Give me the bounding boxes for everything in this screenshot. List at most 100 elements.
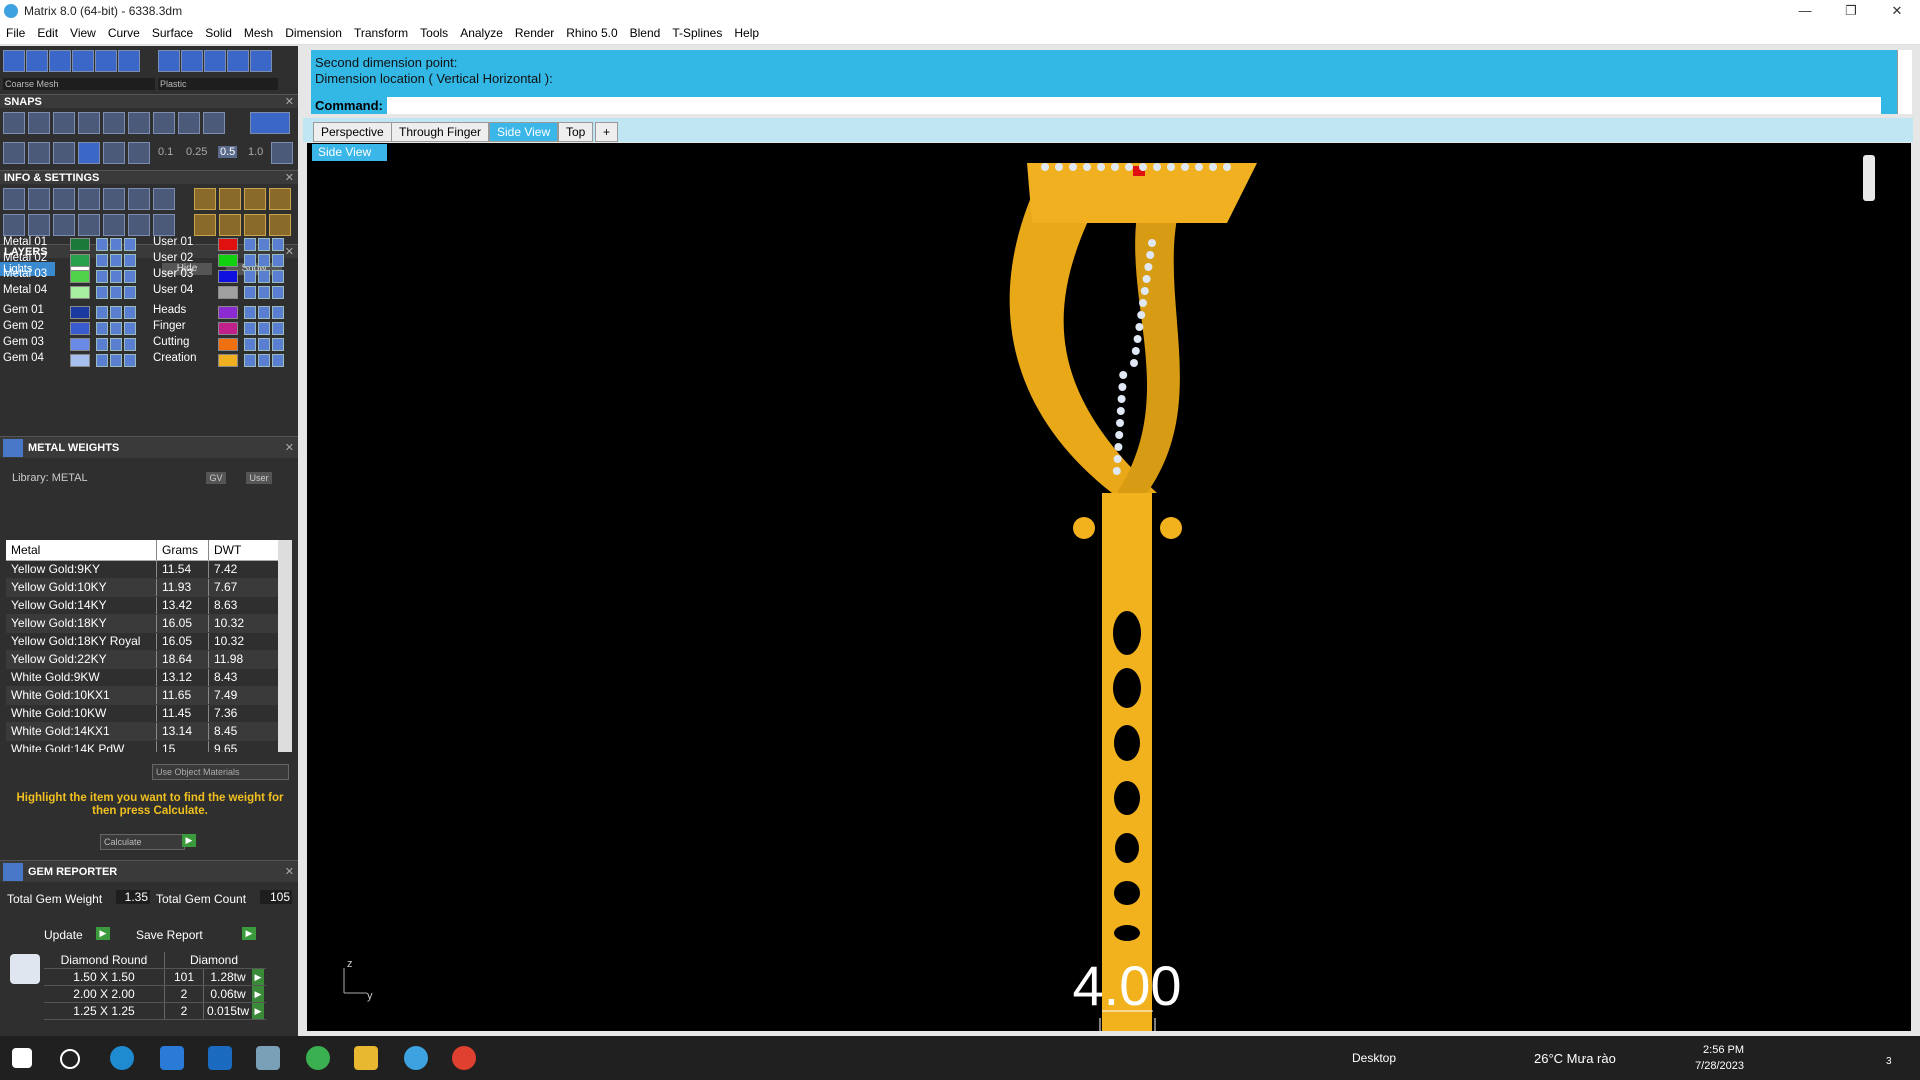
select-icon[interactable] xyxy=(272,306,284,319)
layer-row[interactable]: Cutting xyxy=(150,336,295,351)
layer-row[interactable]: Gem 04 xyxy=(0,352,145,367)
picture-icon[interactable] xyxy=(153,214,175,236)
layer-color-swatch[interactable] xyxy=(218,286,238,299)
lock-icon[interactable] xyxy=(96,270,108,283)
menu-rhino[interactable]: Rhino 5.0 xyxy=(560,26,623,40)
material-sphere-3-icon[interactable] xyxy=(204,50,226,72)
snap-curve-icon[interactable] xyxy=(28,112,50,134)
gv-toggle[interactable]: GV xyxy=(206,472,226,484)
layer-color-swatch[interactable] xyxy=(218,322,238,335)
folder-icon[interactable] xyxy=(354,1046,378,1070)
snap-cross-icon[interactable] xyxy=(53,112,75,134)
close-icon[interactable]: ✕ xyxy=(285,437,294,459)
user-toggle[interactable]: User xyxy=(246,472,272,484)
visibility-icon[interactable] xyxy=(110,286,122,299)
weather-label[interactable]: 26°C Mưa rào xyxy=(1534,1051,1616,1066)
tool-c-icon[interactable] xyxy=(244,188,266,210)
gem-row[interactable]: 1.50 X 1.50 101 1.28tw ▶ xyxy=(44,969,266,986)
update-button[interactable]: Update xyxy=(44,928,83,942)
select-icon[interactable] xyxy=(272,270,284,283)
pan-icon[interactable] xyxy=(26,50,48,72)
layer-color-swatch[interactable] xyxy=(218,354,238,367)
lock-icon[interactable] xyxy=(96,306,108,319)
close-icon[interactable]: ✕ xyxy=(285,171,294,185)
layer-color-swatch[interactable] xyxy=(70,322,90,335)
plane-icon[interactable] xyxy=(103,142,125,164)
use-object-materials[interactable]: Use Object Materials xyxy=(152,764,289,780)
snap-quad-icon[interactable] xyxy=(128,112,150,134)
select-icon[interactable] xyxy=(124,270,136,283)
layer-color-swatch[interactable] xyxy=(70,270,90,283)
layer-color-swatch[interactable] xyxy=(218,306,238,319)
green-app-icon[interactable] xyxy=(306,1046,330,1070)
menu-edit[interactable]: Edit xyxy=(31,26,64,40)
tab-through-finger[interactable]: Through Finger xyxy=(391,122,490,142)
lock-icon[interactable] xyxy=(96,322,108,335)
tool-b-icon[interactable] xyxy=(219,188,241,210)
material-sphere-icon[interactable] xyxy=(158,50,180,72)
visibility-icon[interactable] xyxy=(110,306,122,319)
maximize-button[interactable]: ❐ xyxy=(1828,0,1874,22)
material-select[interactable]: Plastic xyxy=(158,78,278,90)
layer-row[interactable]: Metal 02 xyxy=(0,252,145,267)
table-row[interactable]: White Gold:10KW 11.45 7.36 xyxy=(6,705,292,723)
select-icon[interactable] xyxy=(272,322,284,335)
close-button[interactable]: ✕ xyxy=(1874,0,1920,22)
material-sphere-2-icon[interactable] xyxy=(181,50,203,72)
menu-analyze[interactable]: Analyze xyxy=(454,26,509,40)
lock-icon[interactable] xyxy=(244,354,256,367)
command-input[interactable] xyxy=(387,97,1881,114)
lock-icon[interactable] xyxy=(244,306,256,319)
render-sphere-icon[interactable] xyxy=(72,50,94,72)
snap-value-10[interactable]: 1.0 xyxy=(248,146,263,158)
metal-scrollbar[interactable] xyxy=(278,540,292,752)
layer-color-swatch[interactable] xyxy=(70,354,90,367)
menu-help[interactable]: Help xyxy=(728,26,765,40)
menu-solid[interactable]: Solid xyxy=(199,26,238,40)
windows-icon[interactable] xyxy=(3,214,25,236)
layer-snap-icon[interactable] xyxy=(28,142,50,164)
measure-icon[interactable] xyxy=(53,142,75,164)
mail-icon[interactable] xyxy=(208,1046,232,1070)
visibility-icon[interactable] xyxy=(258,286,270,299)
visibility-icon[interactable] xyxy=(258,322,270,335)
visibility-icon[interactable] xyxy=(258,270,270,283)
snap-point-icon[interactable] xyxy=(78,112,100,134)
ortho-toggle[interactable] xyxy=(250,112,290,134)
gem-row[interactable]: 2.00 X 2.00 2 0.06tw ▶ xyxy=(44,986,266,1003)
close-icon[interactable]: ✕ xyxy=(285,861,294,883)
layer-row[interactable]: Gem 03 xyxy=(0,336,145,351)
menu-tools[interactable]: Tools xyxy=(414,26,454,40)
lock-icon[interactable] xyxy=(96,286,108,299)
snap-active-icon[interactable] xyxy=(78,142,100,164)
layer-row[interactable]: User 03 xyxy=(150,268,295,283)
layer-row[interactable]: Heads xyxy=(150,304,295,319)
document-icon[interactable] xyxy=(103,188,125,210)
save-report-button[interactable]: Save Report xyxy=(136,928,203,942)
tab-top[interactable]: Top xyxy=(558,122,594,142)
menu-curve[interactable]: Curve xyxy=(102,26,146,40)
color-icon[interactable] xyxy=(153,188,175,210)
menu-blend[interactable]: Blend xyxy=(624,26,667,40)
layer-row[interactable]: Finger xyxy=(150,320,295,335)
tool-h-icon[interactable] xyxy=(269,214,291,236)
visibility-icon[interactable] xyxy=(110,270,122,283)
visibility-icon[interactable] xyxy=(258,354,270,367)
visibility-icon[interactable] xyxy=(110,354,122,367)
lock-icon[interactable] xyxy=(96,254,108,267)
col-dwt[interactable]: DWT xyxy=(208,540,278,560)
lock-icon[interactable] xyxy=(244,254,256,267)
layer-color-swatch[interactable] xyxy=(70,338,90,351)
visibility-icon[interactable] xyxy=(110,338,122,351)
lock-icon[interactable] xyxy=(244,338,256,351)
snap-angle-icon[interactable] xyxy=(103,112,125,134)
layer-row[interactable]: User 02 xyxy=(150,252,295,267)
gem-row-go-icon[interactable]: ▶ xyxy=(252,1003,264,1019)
layer-color-swatch[interactable] xyxy=(70,286,90,299)
lock-icon[interactable] xyxy=(96,354,108,367)
shaded-sphere-icon[interactable] xyxy=(49,50,71,72)
table-row[interactable]: Yellow Gold:14KY 13.42 8.63 xyxy=(6,597,292,615)
visibility-icon[interactable] xyxy=(110,322,122,335)
grid-toggle-icon[interactable] xyxy=(271,142,293,164)
table-row[interactable]: Yellow Gold:18KY 16.05 10.32 xyxy=(6,615,292,633)
